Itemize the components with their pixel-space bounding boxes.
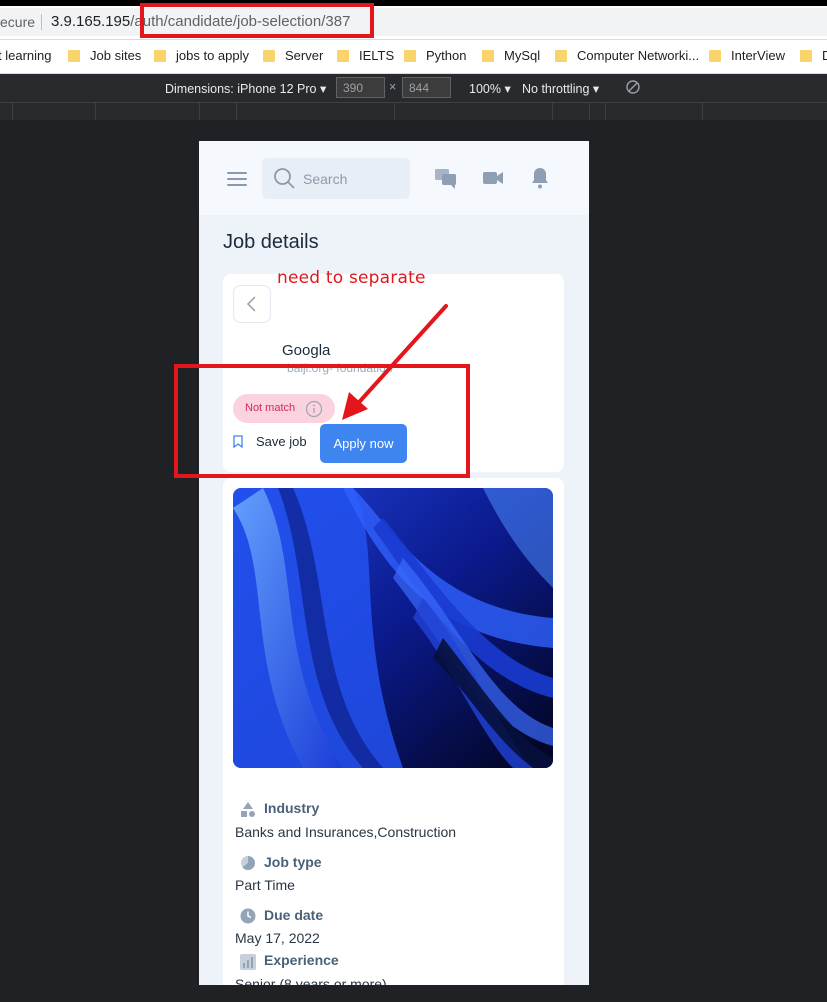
tab-strip-edge (0, 0, 827, 6)
bookmark-label: IELTS (359, 48, 395, 63)
folder-icon (337, 49, 349, 62)
omnibox-divider (41, 14, 42, 30)
back-button[interactable] (233, 285, 271, 323)
bookmark-folder[interactable]: Job sites (68, 48, 141, 63)
clock-icon (240, 908, 256, 924)
bookmark-label: Python (426, 48, 467, 63)
chat-icon[interactable] (434, 166, 458, 190)
throttling-label: No throttling (522, 82, 590, 96)
ruler-tick (394, 103, 395, 121)
throttling-select[interactable]: No throttling ▾ (522, 81, 599, 96)
experience-value: Senior (8 years or more) (235, 976, 387, 985)
job-type-value: Part Time (235, 877, 295, 893)
folder-icon (800, 49, 812, 62)
chevron-down-icon: ▾ (504, 82, 511, 96)
app-top-nav: Search (199, 141, 589, 215)
zoom-label: 100% (469, 82, 501, 96)
bookmark-folder[interactable]: D (800, 48, 827, 63)
device-select[interactable]: Dimensions: iPhone 12 Pro ▾ (165, 81, 326, 96)
video-icon[interactable] (481, 166, 505, 190)
bookmark-label: D (822, 48, 827, 63)
folder-icon (404, 49, 416, 62)
annotation-note: need to separate (277, 268, 426, 288)
bookmark-folder[interactable]: InterView (709, 48, 785, 63)
job-cover-image (233, 488, 553, 768)
company-name: Googla (282, 342, 331, 359)
bookmark-folder[interactable]: Computer Networki... (555, 48, 699, 63)
bookmark-label: Job sites (90, 48, 142, 63)
folder-icon (154, 49, 166, 62)
bookmark-label: jobs to apply (176, 48, 249, 63)
bookmark-folder[interactable]: Server (263, 48, 323, 63)
ruler-tick (199, 103, 200, 121)
industry-label: Industry (264, 800, 320, 816)
buttons-annotation-box (174, 364, 470, 478)
bookmark-label: Computer Networki... (577, 48, 700, 63)
url-host: 3.9.165.195 (51, 13, 131, 30)
shapes-icon (241, 802, 255, 817)
security-label[interactable]: ecure (0, 14, 35, 30)
chevron-down-icon: ▾ (592, 82, 600, 96)
folder-icon (263, 49, 275, 62)
experience-label: Experience (264, 952, 339, 968)
bookmark-label: t learning (0, 48, 52, 63)
page-title: Job details (223, 231, 319, 253)
bookmark-item[interactable]: t learning (0, 48, 51, 63)
bookmark-label: MySql (504, 48, 541, 63)
rotate-icon[interactable] (626, 80, 640, 97)
due-date-label: Due date (264, 907, 324, 923)
industry-value: Banks and Insurances,Construction (235, 824, 457, 840)
bookmarks-bar: t learning Job sites jobs to apply Serve… (0, 40, 827, 74)
ruler-tick (95, 103, 96, 121)
bookmark-folder[interactable]: Python (404, 48, 466, 63)
address-bar: ecure 3.9.165.195/auth/candidate/job-sel… (0, 0, 827, 40)
zoom-select[interactable]: 100% ▾ (469, 81, 511, 96)
ruler-tick (12, 103, 13, 121)
bookmark-folder[interactable]: jobs to apply (154, 48, 249, 63)
bookmark-folder[interactable]: MySql (482, 48, 540, 63)
url-annotation-box (140, 3, 374, 38)
bar-chart-icon (240, 954, 256, 970)
folder-icon (68, 49, 80, 62)
search-placeholder: Search (303, 171, 348, 187)
search-input[interactable]: Search (262, 158, 410, 199)
chevron-down-icon: ▾ (319, 82, 327, 96)
times-icon: × (389, 80, 397, 94)
width-input[interactable]: 390 (336, 77, 385, 98)
folder-icon (482, 49, 494, 62)
search-icon (274, 168, 295, 189)
job-type-label: Job type (264, 854, 322, 870)
device-select-label: Dimensions: iPhone 12 Pro (165, 82, 317, 96)
folder-icon (555, 49, 567, 62)
chevron-left-icon (246, 296, 256, 312)
folder-icon (709, 49, 721, 62)
due-date-value: May 17, 2022 (235, 930, 320, 946)
ruler-tick (236, 103, 237, 121)
media-query-bar (0, 102, 827, 121)
bookmark-label: Server (285, 48, 324, 63)
bookmark-folder[interactable]: IELTS (337, 48, 394, 63)
menu-icon[interactable] (227, 172, 247, 186)
ruler-tick (702, 103, 703, 121)
ruler-tick (589, 103, 590, 121)
bell-icon[interactable] (528, 166, 552, 190)
device-toolbar: Dimensions: iPhone 12 Pro ▾ 390 × 844 10… (0, 74, 827, 102)
job-detail-card: Industry Banks and Insurances,Constructi… (223, 478, 564, 985)
ruler-tick (552, 103, 553, 121)
ruler-tick (605, 103, 606, 121)
pie-chart-icon (241, 855, 256, 870)
height-input[interactable]: 844 (402, 77, 451, 98)
bookmark-label: InterView (731, 48, 785, 63)
